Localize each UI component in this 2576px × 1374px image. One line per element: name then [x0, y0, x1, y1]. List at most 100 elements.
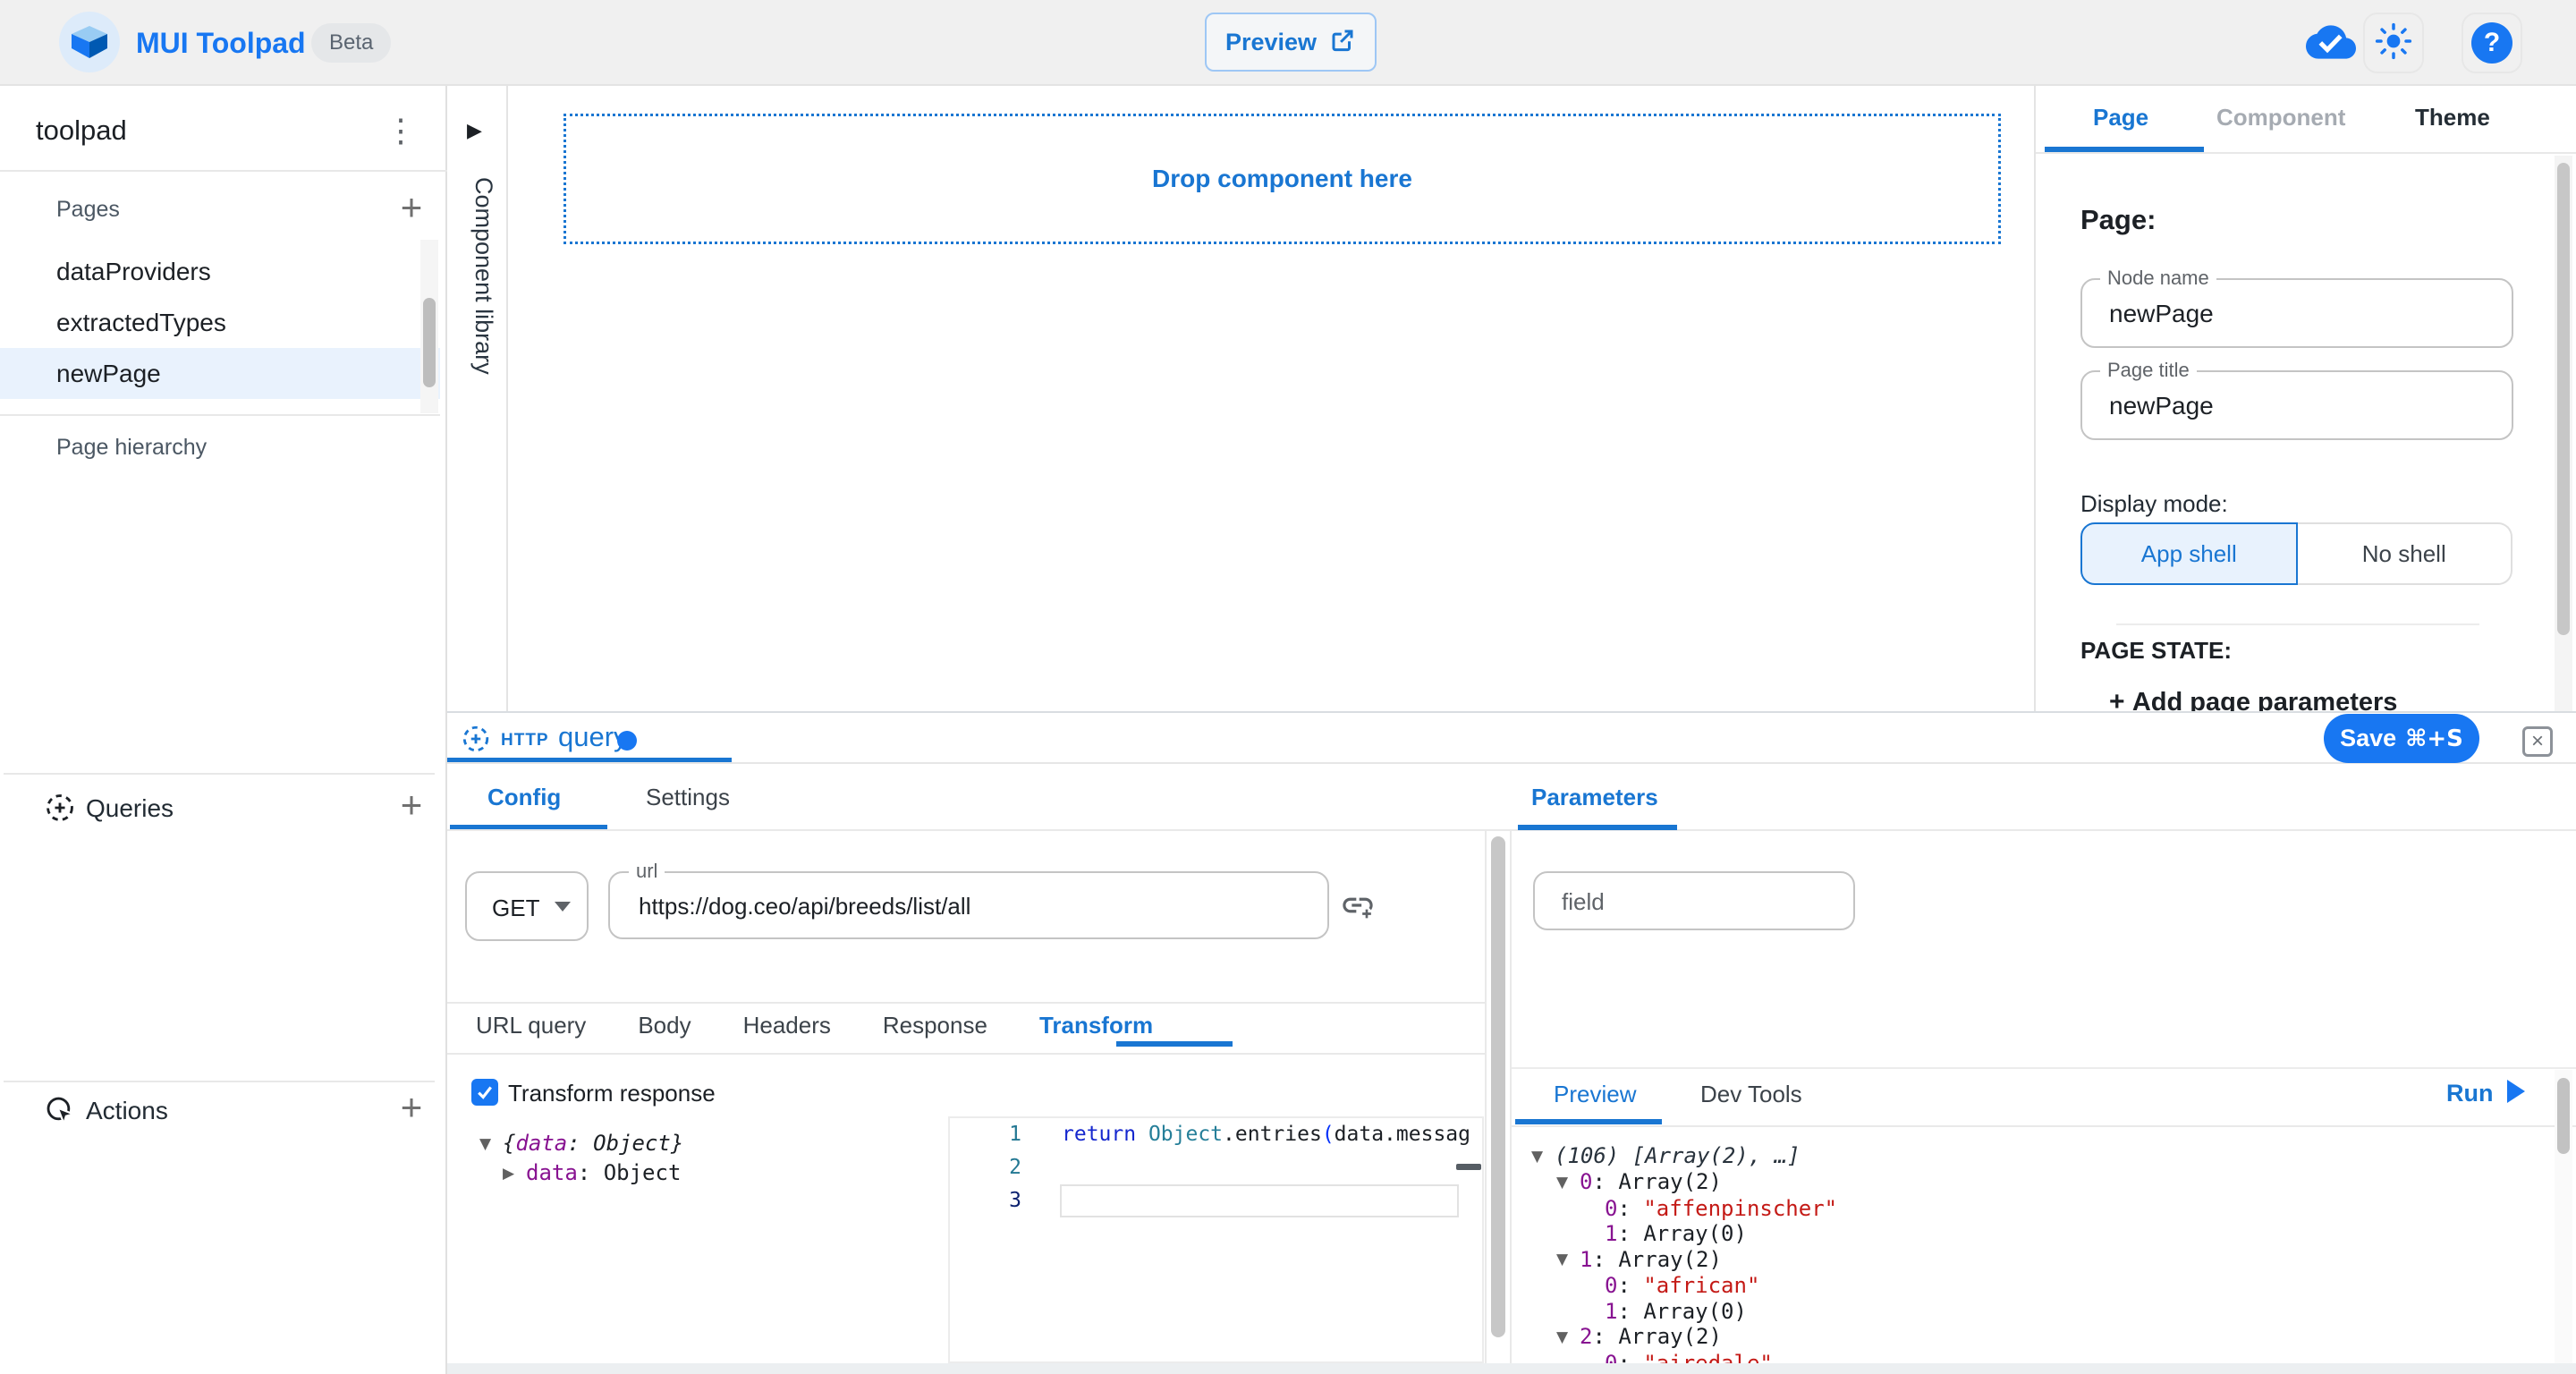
url-input[interactable] — [637, 873, 1302, 939]
component-library-label[interactable]: Component library — [456, 177, 497, 571]
tree-line[interactable]: ▶data: Object — [479, 1158, 683, 1188]
pages-list: dataProvidersextractedTypesnewPage — [0, 246, 440, 399]
tree-line[interactable]: ▼{data: Object} — [479, 1129, 683, 1158]
tree-line[interactable]: 0: "affenpinscher" — [1512, 1196, 2549, 1222]
request-tabs: URL queryBodyHeadersResponseTransform — [450, 1012, 1179, 1039]
parameter-field-input[interactable] — [1560, 873, 1832, 930]
add-action-button[interactable]: + — [394, 1091, 429, 1127]
transform-code-editor[interactable]: 1return Object.entries(data.messag23 — [948, 1116, 1484, 1363]
display-mode-no-shell[interactable]: No shell — [2298, 522, 2513, 585]
chevron-down-icon — [555, 902, 571, 912]
tree-segment: : Array(0) — [1617, 1299, 1747, 1324]
page-title-input[interactable] — [2107, 372, 2487, 440]
tab-settings[interactable]: Settings — [646, 784, 730, 811]
request-tab-url-query[interactable]: URL query — [450, 1012, 612, 1039]
project-menu-kebab-icon[interactable]: ⋮ — [383, 109, 419, 152]
json-result-tree: ▼(106) [Array(2), …]▼0: Array(2)0: "affe… — [1512, 1143, 2549, 1365]
request-tab-headers[interactable]: Headers — [717, 1012, 857, 1039]
inspector-scrollbar[interactable] — [2555, 156, 2572, 711]
actions-icon — [43, 1093, 77, 1132]
actions-section-title: Actions — [86, 1097, 168, 1125]
code-line[interactable]: 2 — [950, 1151, 1482, 1184]
close-panel-button[interactable]: × — [2522, 726, 2553, 757]
tab-theme[interactable]: Theme — [2415, 104, 2490, 131]
transform-scope-tree: ▼{data: Object}▶data: Object — [479, 1129, 683, 1188]
tree-expanded-icon[interactable]: ▼ — [479, 1130, 503, 1158]
code-token: return — [1062, 1123, 1148, 1146]
tab-preview[interactable]: Preview — [1554, 1081, 1636, 1108]
tree-line[interactable]: ▼0: Array(2) — [1512, 1169, 2549, 1195]
tree-segment: 1 — [1580, 1247, 1592, 1272]
tab-config[interactable]: Config — [487, 784, 561, 811]
tab-dev-tools[interactable]: Dev Tools — [1700, 1081, 1802, 1108]
tree-segment: : — [1617, 1273, 1643, 1298]
code-token: .entries — [1223, 1123, 1322, 1146]
display-mode-app-shell-label: App shell — [2141, 540, 2237, 568]
sidebar-page-item[interactable]: extractedTypes — [0, 297, 440, 348]
open-in-new-icon — [1329, 27, 1356, 58]
drop-zone[interactable]: Drop component here — [564, 114, 2001, 244]
save-shortcut: ⌘+S — [2405, 725, 2463, 752]
link-icon[interactable] — [1340, 887, 1376, 928]
code-line-number: 3 — [950, 1184, 1021, 1217]
query-unsaved-dot — [617, 731, 637, 751]
code-token: ( — [1322, 1123, 1335, 1146]
tree-segment: 2 — [1580, 1324, 1592, 1349]
result-scrollbar[interactable] — [2555, 1070, 2572, 1363]
tree-expanded-icon[interactable]: ▼ — [1531, 1144, 1555, 1170]
display-mode-app-shell[interactable]: App shell — [2080, 522, 2298, 585]
tree-line[interactable]: ▼1: Array(2) — [1512, 1247, 2549, 1273]
sidebar-page-item[interactable]: newPage — [0, 348, 440, 399]
tree-expanded-icon[interactable]: ▼ — [1556, 1170, 1580, 1196]
display-mode-toggle: App shell No shell — [2080, 522, 2512, 585]
method-select[interactable]: GET — [465, 871, 589, 941]
tree-segment: : — [567, 1131, 593, 1156]
inspector-heading: Page: — [2080, 204, 2156, 236]
save-button[interactable]: Save ⌘+S — [2324, 714, 2479, 763]
tree-segment: (106) [Array(2), …] — [1555, 1143, 1801, 1168]
transform-response-checkbox[interactable] — [471, 1079, 498, 1106]
parameter-field[interactable] — [1533, 871, 1855, 930]
page-title-label: Page title — [2100, 360, 2197, 381]
light-mode-icon — [2375, 22, 2412, 64]
help-button[interactable]: ? — [2462, 13, 2522, 73]
tree-line[interactable]: 0: "african" — [1512, 1273, 2549, 1299]
tree-segment: : Array(0) — [1617, 1221, 1747, 1246]
save-button-label: Save — [2340, 725, 2396, 752]
tree-collapsed-icon[interactable]: ▶ — [503, 1159, 526, 1188]
request-tab-body[interactable]: Body — [612, 1012, 716, 1039]
request-tab-transform[interactable]: Transform — [1013, 1012, 1179, 1039]
config-panel-scrollbar[interactable] — [1485, 831, 1512, 1363]
code-line[interactable]: 1return Object.entries(data.messag — [950, 1118, 1482, 1151]
node-name-input[interactable] — [2107, 280, 2487, 348]
pages-list-scrollbar[interactable] — [420, 240, 438, 413]
tab-parameters[interactable]: Parameters — [1531, 784, 1658, 811]
tree-segment: "african" — [1643, 1273, 1759, 1298]
url-field[interactable] — [608, 871, 1329, 939]
tree-expanded-icon[interactable]: ▼ — [1556, 1247, 1580, 1273]
code-line[interactable]: 3 — [950, 1184, 1482, 1217]
bottom-scroll-strip[interactable] — [447, 1363, 2576, 1374]
add-query-button[interactable]: + — [394, 789, 429, 825]
display-mode-no-shell-label: No shell — [2362, 540, 2446, 568]
app-title[interactable]: MUI Toolpad — [136, 27, 306, 60]
tree-line[interactable]: 1: Array(0) — [1512, 1299, 2549, 1325]
tree-line[interactable]: ▼(106) [Array(2), …] — [1512, 1143, 2549, 1169]
preview-button[interactable]: Preview — [1205, 13, 1377, 72]
add-page-button[interactable]: + — [394, 191, 429, 227]
component-library-expand-icon[interactable]: ▶ — [467, 120, 482, 142]
run-button[interactable]: Run — [2446, 1079, 2527, 1108]
tree-expanded-icon[interactable]: ▼ — [1556, 1325, 1580, 1351]
sidebar-page-item[interactable]: dataProviders — [0, 246, 440, 297]
request-tab-response[interactable]: Response — [857, 1012, 1013, 1039]
tab-page[interactable]: Page — [2093, 104, 2148, 131]
tree-line[interactable]: 1: Array(0) — [1512, 1221, 2549, 1247]
tab-component[interactable]: Component — [2216, 104, 2345, 131]
theme-toggle-button[interactable] — [2363, 13, 2424, 73]
toolpad-logo — [59, 12, 120, 72]
tree-line[interactable]: ▼2: Array(2) — [1512, 1324, 2549, 1350]
tree-segment: : Array(2) — [1592, 1324, 1722, 1349]
page-hierarchy-label[interactable]: Page hierarchy — [56, 435, 207, 461]
code-token: Object — [1148, 1123, 1223, 1146]
top-bar: MUI Toolpad Beta Preview — [0, 0, 2576, 86]
